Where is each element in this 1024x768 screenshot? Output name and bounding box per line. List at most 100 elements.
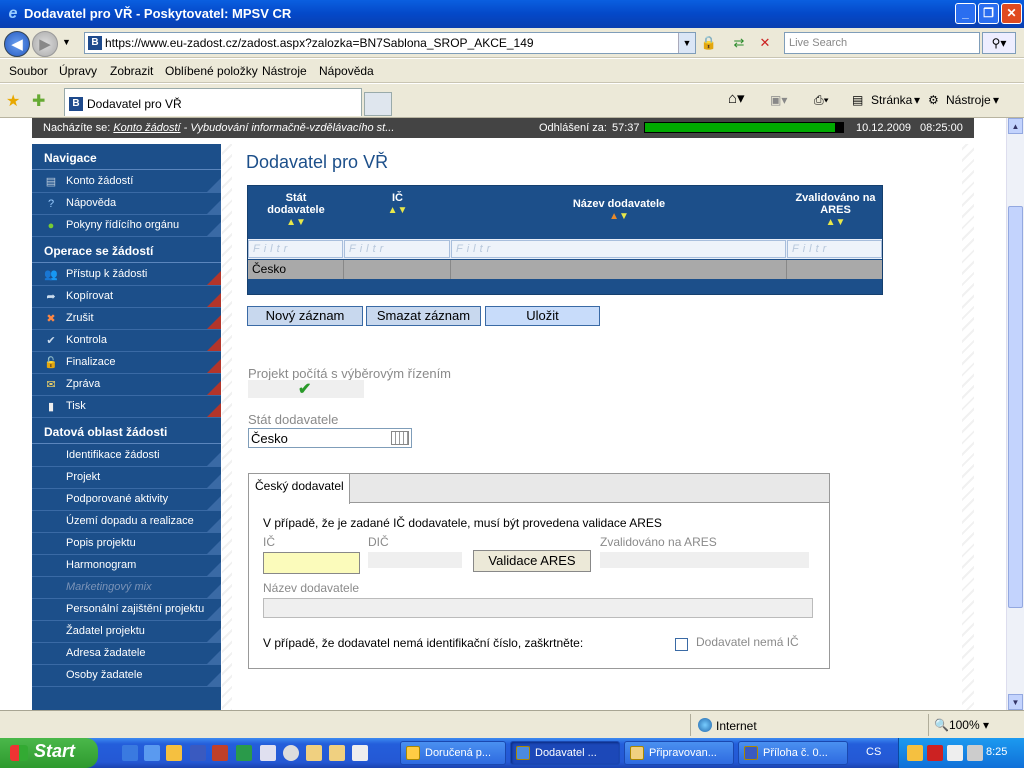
add-favorite-icon[interactable]: ✚: [32, 91, 45, 111]
filter-country[interactable]: Filtr: [248, 240, 343, 258]
page-menu-icon[interactable]: ▤: [852, 93, 863, 107]
menu-tools[interactable]: Nástroje: [262, 64, 307, 78]
scroll-down-icon[interactable]: ▼: [1008, 694, 1023, 710]
task-pripravovan[interactable]: Připravovan...: [624, 741, 734, 765]
sidebar-item[interactable]: ? Nápověda: [32, 193, 221, 215]
tab-dodavatel[interactable]: B Dodavatel pro VŘ: [64, 88, 362, 116]
tray-outlook-icon[interactable]: [907, 745, 923, 761]
sidebar-item[interactable]: 🔓 Finalizace: [32, 352, 221, 374]
tool-quicklaunch-icon[interactable]: [352, 745, 368, 761]
sidebar-item[interactable]: ▮ Tisk: [32, 396, 221, 418]
sidebar-item[interactable]: Popis projektu: [32, 533, 221, 555]
sidebar-item[interactable]: ➦ Kopírovat: [32, 286, 221, 308]
maximize-button[interactable]: ❐: [978, 3, 999, 24]
task-priloha[interactable]: Příloha č. 0...: [738, 741, 848, 765]
task-inbox[interactable]: Doručená p...: [400, 741, 506, 765]
sidebar-item[interactable]: Harmonogram: [32, 555, 221, 577]
minimize-button[interactable]: _: [955, 3, 976, 24]
page-menu[interactable]: Stránka: [871, 93, 912, 107]
menu-help[interactable]: Nápověda: [319, 64, 374, 78]
col-header-ares[interactable]: Zvalidováno na ARES ▲▼: [787, 186, 884, 238]
new-record-button[interactable]: Nový záznam: [247, 306, 363, 326]
tools-menu-arrow-icon[interactable]: ▾: [993, 93, 999, 107]
back-button[interactable]: ◀: [4, 31, 30, 57]
print-icon[interactable]: ⎙▾: [814, 93, 829, 108]
no-ic-checkbox[interactable]: [675, 638, 688, 651]
col-header-country[interactable]: Stát dodavatele ▲▼: [248, 186, 344, 238]
filter-ic[interactable]: Filtr: [344, 240, 450, 258]
country-select[interactable]: Česko: [248, 428, 412, 448]
excel-quicklaunch-icon[interactable]: [236, 745, 252, 761]
language-indicator[interactable]: CS: [866, 746, 881, 758]
menu-favorites[interactable]: Oblíbené položky: [165, 64, 258, 78]
ico-input[interactable]: [263, 552, 360, 574]
breadcrumb-link[interactable]: Konto žádostí: [113, 122, 180, 134]
zoom-level[interactable]: 🔍100% ▾: [934, 718, 989, 732]
filter-ares[interactable]: Filtr: [787, 240, 882, 258]
sidebar-item[interactable]: ✉ Zpráva: [32, 374, 221, 396]
sidebar-item[interactable]: Projekt: [32, 467, 221, 489]
delete-record-button[interactable]: Smazat záznam: [366, 306, 481, 326]
sidebar-item[interactable]: ● Pokyny řídícího orgánu: [32, 215, 221, 237]
save-button[interactable]: Uložit: [485, 306, 600, 326]
refresh-icon[interactable]: ⇄: [728, 33, 750, 53]
start-button[interactable]: Start: [0, 738, 98, 768]
sidebar-item[interactable]: 👥 Přístup k žádosti: [32, 264, 221, 286]
word-quicklaunch-icon[interactable]: [190, 745, 206, 761]
sidebar-item[interactable]: Adresa žadatele: [32, 643, 221, 665]
ie-quicklaunch-icon[interactable]: [122, 745, 138, 761]
page-menu-arrow-icon[interactable]: ▾: [914, 93, 920, 107]
browser-quicklaunch-icon[interactable]: [144, 745, 160, 761]
sort-arrows-icon[interactable]: ▲▼: [451, 211, 787, 222]
col-header-ic[interactable]: IČ ▲▼: [344, 186, 451, 238]
col-header-name[interactable]: Název dodavatele ▲▼: [451, 186, 787, 238]
live-search-input[interactable]: Live Search: [784, 32, 980, 54]
sort-arrows-icon[interactable]: ▲▼: [344, 205, 451, 216]
explorer-quicklaunch-icon[interactable]: [329, 745, 345, 761]
lookup-icon[interactable]: [391, 431, 409, 445]
favorites-star-icon[interactable]: ★: [6, 91, 20, 111]
task-dodavatel[interactable]: Dodavatel ...: [510, 741, 620, 765]
sidebar-item[interactable]: Žadatel projektu: [32, 621, 221, 643]
sidebar-item[interactable]: ✔ Kontrola: [32, 330, 221, 352]
vertical-scrollbar[interactable]: ▲ ▼: [1006, 118, 1024, 710]
sidebar-item[interactable]: Území dopadu a realizace: [32, 511, 221, 533]
ares-validate-button[interactable]: Validace ARES: [473, 550, 591, 572]
forward-button[interactable]: ▶: [32, 31, 58, 57]
folder-quicklaunch-icon[interactable]: [306, 745, 322, 761]
menu-edit[interactable]: Úpravy: [59, 64, 97, 78]
menu-view[interactable]: Zobrazit: [110, 64, 153, 78]
sidebar-item[interactable]: ✖ Zrušit: [32, 308, 221, 330]
sort-arrows-icon[interactable]: ▲▼: [248, 217, 344, 228]
lock-icon[interactable]: 🔒: [698, 33, 720, 53]
outlook-quicklaunch-icon[interactable]: [166, 745, 182, 761]
tools-menu[interactable]: Nástroje: [946, 93, 991, 107]
search-icon[interactable]: ⚲▾: [982, 32, 1016, 54]
address-dropdown-icon[interactable]: ▼: [678, 33, 695, 53]
stop-icon[interactable]: ✕: [754, 33, 776, 53]
tools-gear-icon[interactable]: ⚙: [928, 93, 939, 107]
feeds-icon[interactable]: ▣▾: [770, 93, 787, 107]
tab-czech-supplier[interactable]: Český dodavatel: [249, 474, 350, 504]
tray-volume-icon[interactable]: [967, 745, 983, 761]
menu-file[interactable]: Soubor: [9, 64, 48, 78]
sidebar-item[interactable]: Personální zajištění projektu: [32, 599, 221, 621]
sidebar-item[interactable]: ▤ Konto žádostí: [32, 171, 221, 193]
app-quicklaunch-icon[interactable]: [260, 745, 276, 761]
scroll-up-icon[interactable]: ▲: [1008, 118, 1023, 134]
scroll-thumb[interactable]: [1008, 206, 1023, 608]
close-button[interactable]: ✕: [1001, 3, 1022, 24]
table-row[interactable]: Česko: [248, 260, 882, 279]
sidebar-item[interactable]: Identifikace žádosti: [32, 445, 221, 467]
address-field[interactable]: B https://www.eu-zadost.cz/zadost.aspx?z…: [84, 32, 696, 54]
home-icon[interactable]: ⌂▾: [728, 89, 745, 107]
history-dropdown-icon[interactable]: ▼: [62, 37, 71, 47]
sidebar-item[interactable]: Osoby žadatele: [32, 665, 221, 687]
new-tab-button[interactable]: [364, 92, 392, 116]
media-quicklaunch-icon[interactable]: [283, 745, 299, 761]
filter-name[interactable]: Filtr: [451, 240, 786, 258]
sort-arrows-icon[interactable]: ▲▼: [787, 217, 884, 228]
tray-app-icon[interactable]: [947, 745, 963, 761]
access-quicklaunch-icon[interactable]: [212, 745, 228, 761]
sidebar-item[interactable]: Podporované aktivity: [32, 489, 221, 511]
